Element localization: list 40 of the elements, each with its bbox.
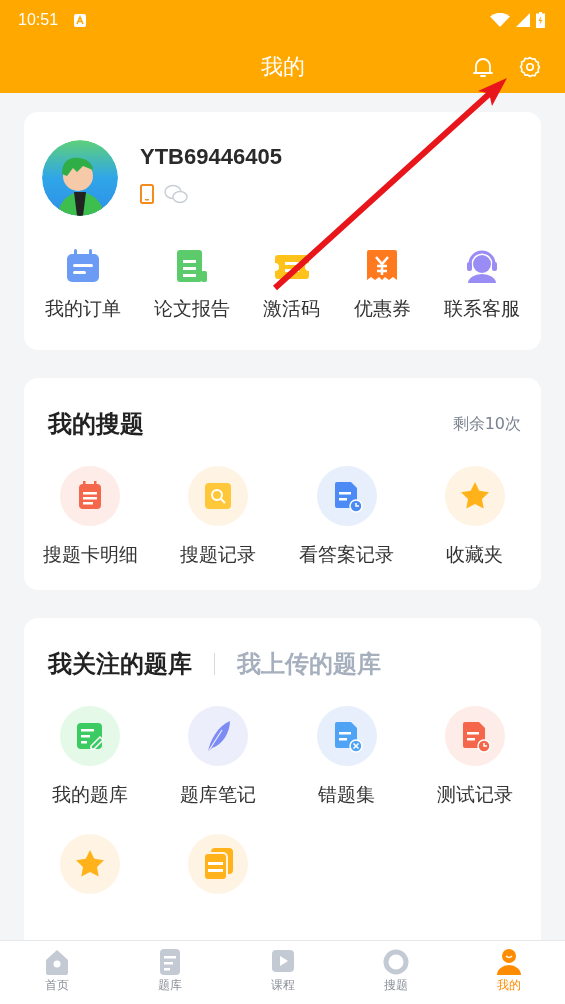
person-icon [494,947,523,975]
feature-label[interactable]: 收藏夹 [446,542,504,568]
battery-icon [536,12,545,28]
document-clock-icon[interactable] [316,466,377,526]
feature-label[interactable]: 测试记录 [436,782,513,808]
shortcut-label[interactable]: 联系客服 [444,296,521,322]
stacked-documents-icon[interactable] [188,834,249,894]
bell-icon[interactable] [471,55,495,79]
nav-tab[interactable]: 课程 [250,941,315,1004]
tab[interactable]: 我关注的题库 [48,648,192,680]
section-title: 我的搜题 [48,409,144,440]
shortcut-label[interactable]: 我的订单 [44,296,121,322]
nav-tab[interactable]: 首页 [24,941,89,1004]
feature-label[interactable]: 题库笔记 [180,782,257,808]
avatar[interactable] [42,140,118,216]
phone-icon [140,184,154,204]
feature-label[interactable]: 我的题库 [52,782,129,808]
feature-label[interactable]: 错题集 [318,782,376,808]
nav-tab[interactable]: 题库 [137,941,202,1004]
shortcut-label[interactable]: 激活码 [263,296,321,322]
remaining-count: 剩余10次 [452,413,521,435]
feature-label[interactable]: 看答案记录 [299,542,395,568]
settings-icon[interactable] [518,55,542,79]
shortcut-label[interactable]: 优惠券 [353,296,411,322]
status-time: 10:51 [18,11,59,29]
chat-bubbles-icon [164,184,188,204]
document-clock-icon[interactable] [444,706,505,766]
notification-icon [74,13,87,27]
signal-icon [516,13,530,27]
feature-label[interactable]: 搜题卡明细 [42,542,138,568]
wifi-icon [490,13,510,27]
nav-tab[interactable]: 搜题 [363,941,428,1004]
notepad-icon[interactable] [60,466,121,526]
document-cross-icon[interactable] [316,706,377,766]
edit-note-icon[interactable] [60,706,121,766]
username: YTB69446405 [140,144,282,170]
feature-label[interactable]: 搜题记录 [180,542,257,568]
feather-icon[interactable] [188,706,249,766]
page-title: 我的 [260,52,305,81]
shortcut-label[interactable]: 论文报告 [154,296,231,322]
